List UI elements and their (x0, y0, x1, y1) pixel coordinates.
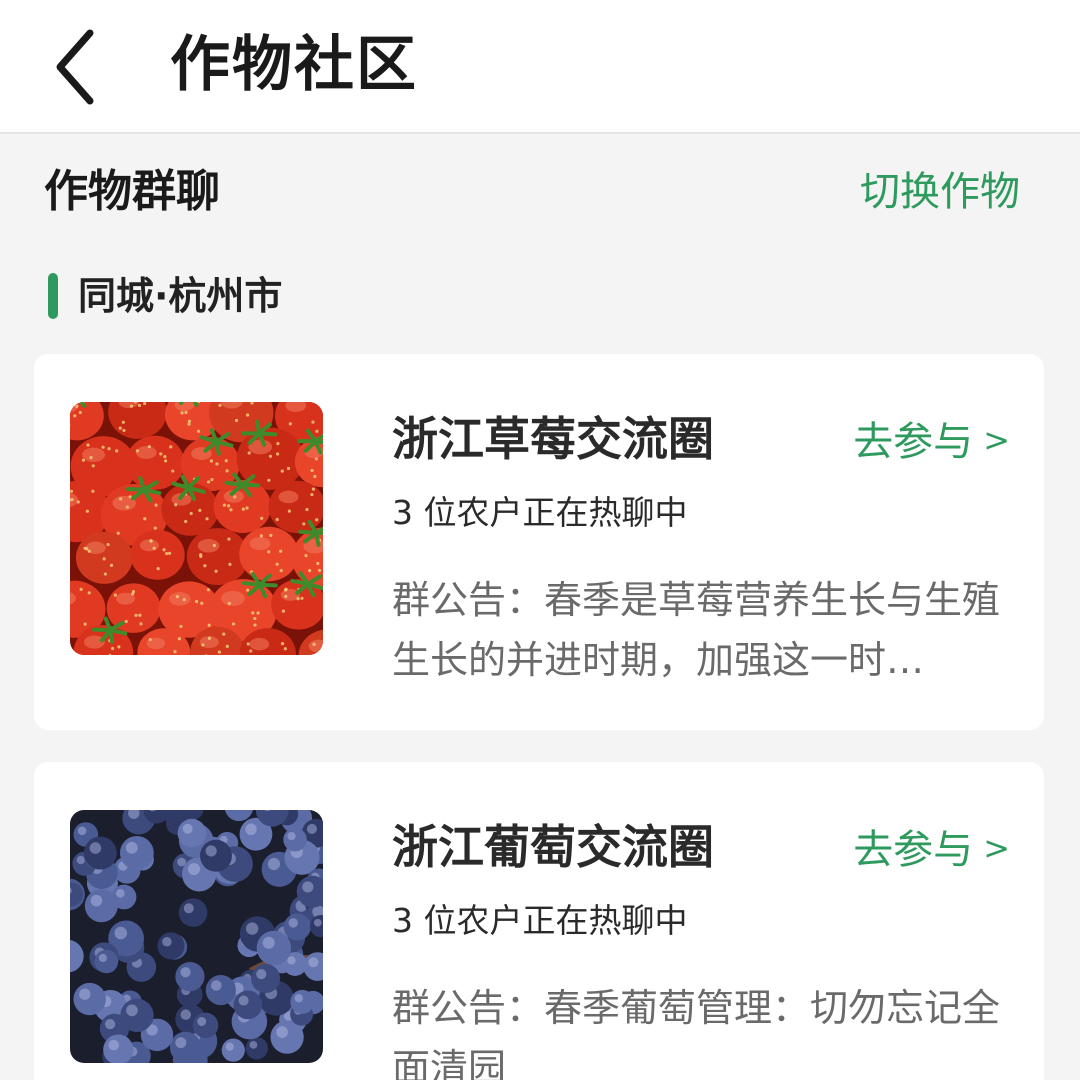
group-notice: 群公告：春季是草莓营养生长与生殖生长的并进时期，加强这一时… (392, 578, 1001, 682)
join-label: 去参与 (853, 827, 974, 873)
online-count: 3 位农户正在热聊中 (392, 493, 688, 532)
section-header: 作物群聊 切换作物 (44, 160, 1034, 230)
chevron-right-icon: > (983, 421, 1010, 459)
group-card[interactable]: 浙江葡萄交流圈 去参与 > 3 位农户正在热聊中 群公告：春季葡萄管理：切勿忘记全… (34, 762, 1044, 1080)
city-filter-label: 同城·杭州市 (48, 268, 282, 324)
group-name: 浙江葡萄交流圈 (392, 820, 714, 874)
group-name: 浙江草莓交流圈 (392, 412, 714, 466)
back-button[interactable] (50, 22, 130, 112)
strawberry-image (70, 402, 323, 655)
crop-community-screen: 作物社区 作物群聊 切换作物 同城·杭州市 浙江草莓交流圈 去参与 > 3 位农户… (0, 0, 1080, 1080)
join-group-button[interactable]: 去参与 > (853, 818, 1010, 880)
page-title: 作物社区 (170, 30, 418, 100)
group-card[interactable]: 浙江草莓交流圈 去参与 > 3 位农户正在热聊中 群公告：春季是草莓营养生长与生殖… (34, 354, 1044, 730)
section-title: 作物群聊 (44, 166, 220, 217)
join-group-button[interactable]: 去参与 > (853, 410, 1010, 472)
city-label: 同城·杭州市 (78, 274, 283, 318)
chevron-right-icon: > (983, 829, 1010, 867)
top-nav-bar: 作物社区 (0, 0, 1080, 134)
join-label: 去参与 (853, 419, 974, 465)
switch-crop-link[interactable]: 切换作物 (860, 162, 1020, 222)
city-accent-bar (48, 273, 58, 319)
group-notice: 群公告：春季葡萄管理：切勿忘记全面清园 (392, 986, 1001, 1080)
chevron-left-icon (56, 29, 94, 105)
online-count: 3 位农户正在热聊中 (392, 901, 688, 940)
grape-image (70, 810, 323, 1063)
